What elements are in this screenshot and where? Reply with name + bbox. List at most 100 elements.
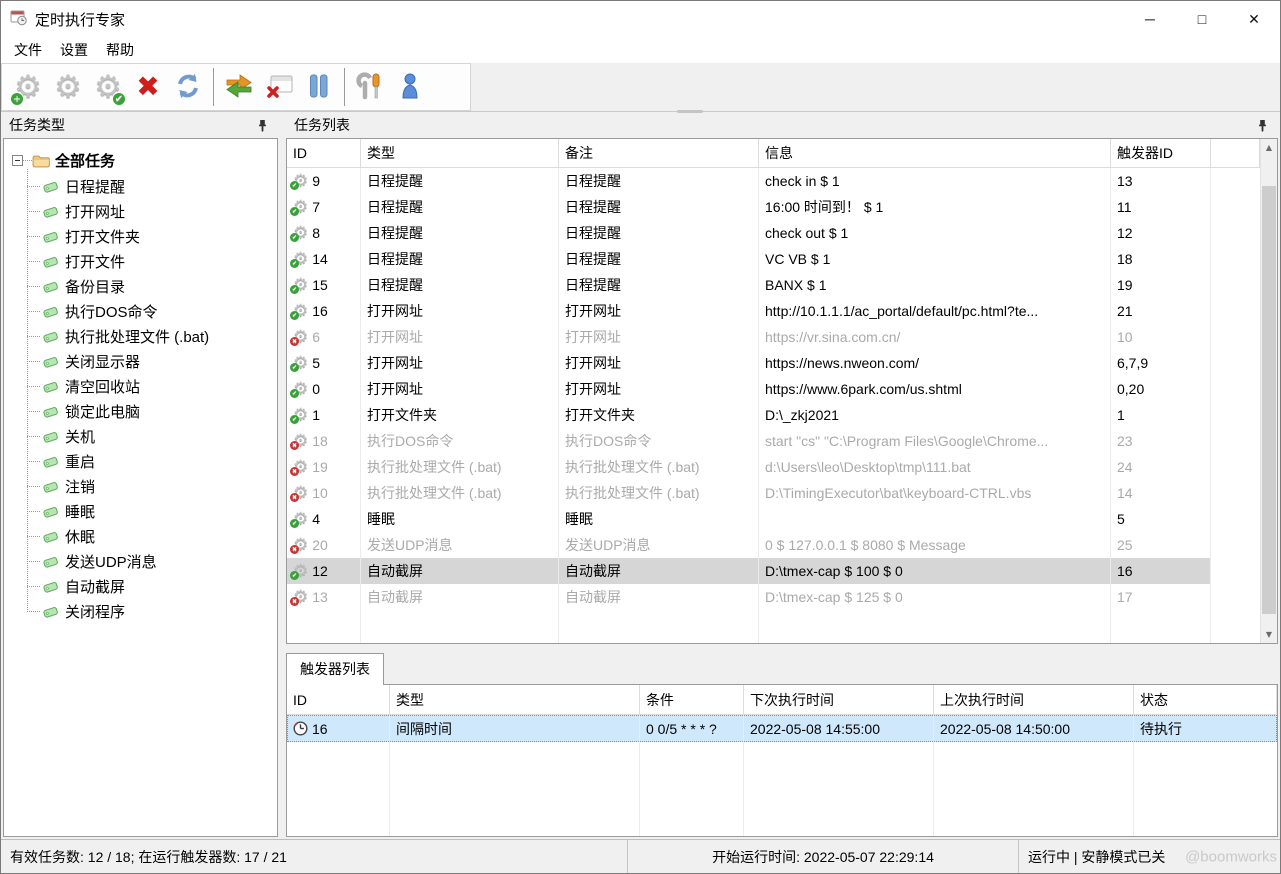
task-row[interactable]: ⚙✖6打开网址打开网址https://vr.sina.com.cn/10	[287, 324, 1260, 350]
task-triggers-cell[interactable]: 25	[1111, 532, 1211, 558]
scroll-up-icon[interactable]: ▲	[1261, 139, 1277, 156]
column-header[interactable]: 条件	[640, 685, 744, 715]
task-info-cell[interactable]: http://10.1.1.1/ac_portal/default/pc.htm…	[759, 298, 1111, 324]
tree-item[interactable]: 日程提醒	[27, 174, 273, 199]
task-info-cell[interactable]: check out $ 1	[759, 220, 1111, 246]
task-id-cell[interactable]: ⚙✖18	[287, 428, 361, 454]
edit-task-button[interactable]: ⚙	[48, 67, 88, 107]
task-info-cell[interactable]: D:\_zkj2021	[759, 402, 1111, 428]
task-info-cell[interactable]: https://vr.sina.com.cn/	[759, 324, 1111, 350]
task-note-cell[interactable]: 执行批处理文件 (.bat)	[559, 454, 759, 480]
task-type-cell[interactable]: 日程提醒	[361, 194, 559, 220]
task-triggers-cell[interactable]: 13	[1111, 168, 1211, 194]
task-id-cell[interactable]: ⚙✖20	[287, 532, 361, 558]
close-button[interactable]: ✕	[1228, 1, 1280, 37]
task-id-cell[interactable]: ⚙✔14	[287, 246, 361, 272]
task-row[interactable]: ⚙✔7日程提醒日程提醒16:00 时间到！ $ 111	[287, 194, 1260, 220]
task-info-cell[interactable]: D:\tmex-cap $ 125 $ 0	[759, 584, 1111, 610]
task-type-cell[interactable]: 日程提醒	[361, 272, 559, 298]
task-type-cell[interactable]: 执行批处理文件 (.bat)	[361, 454, 559, 480]
trigger-condition-cell[interactable]: 0 0/5 * * * ?	[640, 715, 744, 742]
task-triggers-cell[interactable]: 11	[1111, 194, 1211, 220]
task-triggers-cell[interactable]: 23	[1111, 428, 1211, 454]
task-type-cell[interactable]: 自动截屏	[361, 584, 559, 610]
task-note-cell[interactable]: 自动截屏	[559, 558, 759, 584]
tree-item[interactable]: 清空回收站	[27, 374, 273, 399]
column-header[interactable]: 类型	[390, 685, 640, 715]
trigger-row[interactable]: 16间隔时间0 0/5 * * * ?2022-05-08 14:55:0020…	[287, 715, 1277, 742]
task-triggers-cell[interactable]: 5	[1111, 506, 1211, 532]
tree-item[interactable]: 发送UDP消息	[27, 549, 273, 574]
pause-button[interactable]	[299, 67, 339, 107]
task-note-cell[interactable]: 执行批处理文件 (.bat)	[559, 480, 759, 506]
task-row[interactable]: ⚙✔16打开网址打开网址http://10.1.1.1/ac_portal/de…	[287, 298, 1260, 324]
add-task-button[interactable]: ⚙+	[8, 67, 48, 107]
task-note-cell[interactable]: 睡眠	[559, 506, 759, 532]
task-row[interactable]: ⚙✔0打开网址打开网址https://www.6park.com/us.shtm…	[287, 376, 1260, 402]
task-note-cell[interactable]: 打开网址	[559, 298, 759, 324]
tree-item[interactable]: 注销	[27, 474, 273, 499]
task-type-cell[interactable]: 打开文件夹	[361, 402, 559, 428]
task-row[interactable]: ⚙✔1打开文件夹打开文件夹D:\_zkj20211	[287, 402, 1260, 428]
tree-item[interactable]: 打开文件	[27, 249, 273, 274]
column-header[interactable]: 触发器ID	[1111, 139, 1211, 168]
column-header[interactable]: 下次执行时间	[744, 685, 934, 715]
task-triggers-cell[interactable]: 12	[1111, 220, 1211, 246]
task-type-cell[interactable]: 打开网址	[361, 376, 559, 402]
column-header[interactable]: 上次执行时间	[934, 685, 1134, 715]
task-note-cell[interactable]: 日程提醒	[559, 246, 759, 272]
menu-help[interactable]: 帮助	[97, 37, 143, 63]
task-triggers-cell[interactable]: 19	[1111, 272, 1211, 298]
trigger-list-tab[interactable]: 触发器列表	[286, 653, 384, 685]
delete-task-button[interactable]: ✖	[128, 67, 168, 107]
task-info-cell[interactable]: 16:00 时间到！ $ 1	[759, 194, 1111, 220]
task-id-cell[interactable]: ⚙✔4	[287, 506, 361, 532]
tree-item[interactable]: 锁定此电脑	[27, 399, 273, 424]
task-id-cell[interactable]: ⚙✔0	[287, 376, 361, 402]
trigger-id-cell[interactable]: 16	[287, 715, 390, 742]
task-row[interactable]: ⚙✖20发送UDP消息发送UDP消息0 $ 127.0.0.1 $ 8080 $…	[287, 532, 1260, 558]
maximize-button[interactable]: □	[1176, 1, 1228, 37]
task-note-cell[interactable]: 发送UDP消息	[559, 532, 759, 558]
task-type-cell[interactable]: 执行DOS命令	[361, 428, 559, 454]
task-info-cell[interactable]: start "cs" "C:\Program Files\Google\Chro…	[759, 428, 1111, 454]
task-info-cell[interactable]: BANX $ 1	[759, 272, 1111, 298]
expander-icon[interactable]	[12, 155, 23, 166]
task-triggers-cell[interactable]: 21	[1111, 298, 1211, 324]
task-info-cell[interactable]: d:\Users\leo\Desktop\tmp\111.bat	[759, 454, 1111, 480]
task-note-cell[interactable]: 日程提醒	[559, 168, 759, 194]
task-row[interactable]: ⚙✔8日程提醒日程提醒check out $ 112	[287, 220, 1260, 246]
task-id-cell[interactable]: ⚙✖10	[287, 480, 361, 506]
task-type-cell[interactable]: 日程提醒	[361, 168, 559, 194]
task-id-cell[interactable]: ⚙✔5	[287, 350, 361, 376]
task-id-cell[interactable]: ⚙✔8	[287, 220, 361, 246]
tree-item[interactable]: 自动截屏	[27, 574, 273, 599]
task-id-cell[interactable]: ⚙✖19	[287, 454, 361, 480]
task-note-cell[interactable]: 日程提醒	[559, 272, 759, 298]
task-triggers-cell[interactable]: 1	[1111, 402, 1211, 428]
tree-item[interactable]: 休眠	[27, 524, 273, 549]
task-triggers-cell[interactable]: 14	[1111, 480, 1211, 506]
minimize-button[interactable]: ─	[1124, 1, 1176, 37]
task-note-cell[interactable]: 打开网址	[559, 350, 759, 376]
column-header[interactable]: ID	[287, 139, 361, 168]
task-note-cell[interactable]: 打开文件夹	[559, 402, 759, 428]
tree-item[interactable]: 重启	[27, 449, 273, 474]
menu-file[interactable]: 文件	[5, 37, 51, 63]
task-row[interactable]: ⚙✔14日程提醒日程提醒VC VB $ 118	[287, 246, 1260, 272]
task-type-cell[interactable]: 自动截屏	[361, 558, 559, 584]
trigger-type-cell[interactable]: 间隔时间	[390, 715, 640, 742]
task-id-cell[interactable]: ⚙✔1	[287, 402, 361, 428]
task-note-cell[interactable]: 自动截屏	[559, 584, 759, 610]
task-row[interactable]: ⚙✖18执行DOS命令执行DOS命令start "cs" "C:\Program…	[287, 428, 1260, 454]
task-note-cell[interactable]: 打开网址	[559, 376, 759, 402]
task-id-cell[interactable]: ⚙✔12	[287, 558, 361, 584]
column-header[interactable]: 类型	[361, 139, 559, 168]
task-triggers-cell[interactable]: 18	[1111, 246, 1211, 272]
scroll-down-icon[interactable]: ▼	[1261, 626, 1277, 643]
task-row[interactable]: ⚙✖10执行批处理文件 (.bat)执行批处理文件 (.bat)D:\Timin…	[287, 480, 1260, 506]
about-button[interactable]	[390, 67, 430, 107]
task-info-cell[interactable]: VC VB $ 1	[759, 246, 1111, 272]
task-row[interactable]: ⚙✔12自动截屏自动截屏D:\tmex-cap $ 100 $ 016	[287, 558, 1260, 584]
task-row[interactable]: ⚙✖19执行批处理文件 (.bat)执行批处理文件 (.bat)d:\Users…	[287, 454, 1260, 480]
